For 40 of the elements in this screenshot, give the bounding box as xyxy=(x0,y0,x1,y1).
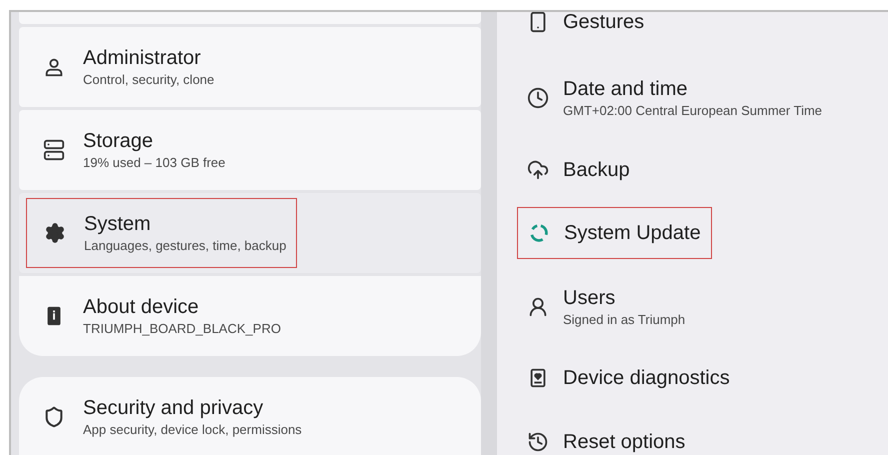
person-icon xyxy=(43,56,65,78)
system-option[interactable]: Device diagnostics xyxy=(517,346,888,410)
shield-icon xyxy=(43,406,65,428)
cloud-upload-icon xyxy=(527,159,549,181)
item-subtitle: GMT+02:00 Central European Summer Time xyxy=(563,102,822,120)
item-title: Gestures xyxy=(563,12,644,35)
item-subtitle: Control, security, clone xyxy=(83,71,214,89)
system-option[interactable]: Users Signed in as Triumph xyxy=(517,268,888,346)
item-title: Storage xyxy=(83,129,154,154)
item-subtitle: TRIUMPH_BOARD_BLACK_PRO xyxy=(83,320,281,338)
settings-item[interactable]: Storage 19% used – 103 GB free xyxy=(19,110,481,190)
item-subtitle: Languages, gestures, time, backup xyxy=(84,237,286,255)
item-title: Administrator xyxy=(83,46,202,71)
system-option[interactable]: System Update xyxy=(517,198,888,268)
storage-icon xyxy=(43,139,65,161)
progress-ring-icon xyxy=(528,222,550,244)
item-subtitle: App security, device lock, permissions xyxy=(83,421,302,439)
item-title: About device xyxy=(83,295,200,320)
system-option[interactable]: Gestures xyxy=(517,12,888,54)
item-title: System Update xyxy=(564,221,701,246)
clock-icon xyxy=(527,87,549,109)
item-title: Security and privacy xyxy=(83,396,264,421)
settings-item[interactable]: About device TRIUMPH_BOARD_BLACK_PRO xyxy=(19,276,481,356)
settings-icon xyxy=(44,222,66,244)
item-title: Reset options xyxy=(563,430,686,455)
system-option[interactable]: Date and time GMT+02:00 Central European Summer Time xyxy=(517,54,888,142)
system-option[interactable]: Backup xyxy=(517,142,888,198)
settings-item[interactable]: Security and privacy App security, device lock, permissions xyxy=(19,377,481,455)
item-title: Date and time xyxy=(563,77,689,102)
item-title: Device diagnostics xyxy=(563,366,730,391)
item-title: System xyxy=(84,212,152,237)
item-title: Users xyxy=(563,286,616,311)
system-option[interactable]: Reset options xyxy=(517,410,888,455)
item-title: Backup xyxy=(563,158,630,183)
item-subtitle: Signed in as Triumph xyxy=(563,311,686,329)
settings-item[interactable]: System Languages, gestures, time, backup xyxy=(19,193,481,273)
item-subtitle: 19% used – 103 GB free xyxy=(83,154,226,172)
person-icon xyxy=(527,296,549,318)
settings-item[interactable]: Administrator Control, security, clone xyxy=(19,27,481,107)
history-icon xyxy=(527,431,549,453)
